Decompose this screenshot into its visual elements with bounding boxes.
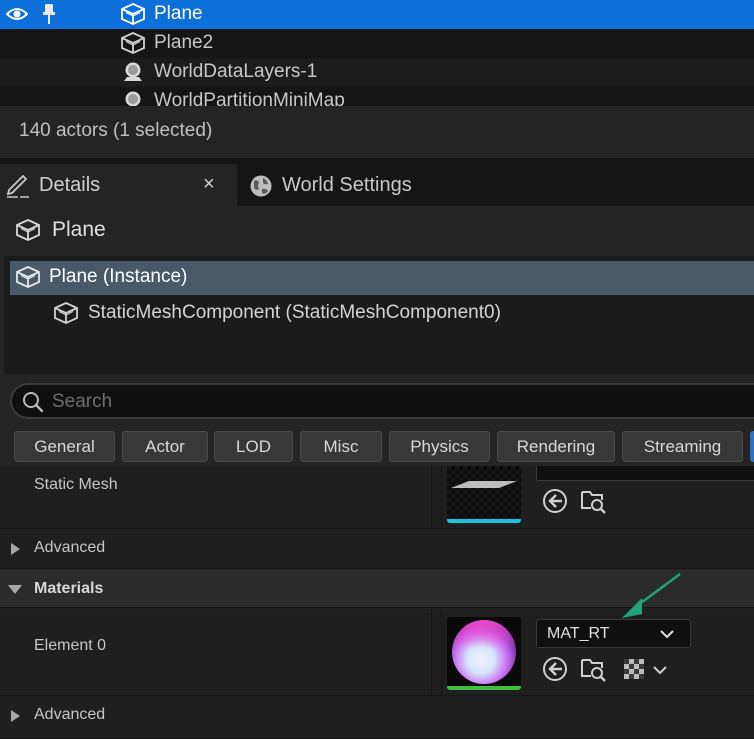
- tree-item-plane-instance[interactable]: Plane (Instance): [10, 261, 754, 295]
- tab-details-label: Details: [39, 174, 101, 196]
- column-divider: [441, 609, 442, 695]
- materials-section-label: Materials: [34, 580, 104, 597]
- static-mesh-label: Static Mesh: [34, 476, 118, 493]
- material-sphere-preview-icon: [452, 620, 516, 684]
- browse-asset-icon[interactable]: [580, 488, 606, 514]
- tree-item-label: Plane (Instance): [49, 266, 188, 287]
- actor-count-status: 140 actors (1 selected): [0, 106, 754, 158]
- element-0-label: Element 0: [34, 637, 107, 654]
- material-asset-name: MAT_RT: [547, 625, 610, 642]
- tree-item-label: StaticMeshComponent (StaticMeshComponent…: [88, 302, 501, 323]
- selected-actor-header: Plane: [16, 214, 106, 246]
- column-divider: [431, 609, 432, 695]
- filter-lod-button[interactable]: LOD: [214, 431, 293, 462]
- details-search-box: [10, 383, 754, 419]
- plane-mesh-preview-icon: [447, 466, 521, 523]
- component-tree: Plane (Instance) StaticMeshComponent (St…: [4, 256, 754, 374]
- filter-misc-button[interactable]: Misc: [300, 431, 382, 462]
- browse-asset-icon[interactable]: [580, 656, 606, 682]
- checker-texture-icon[interactable]: [622, 657, 646, 681]
- static-mesh-actor-icon: [16, 266, 40, 288]
- outliner-row-label: WorldPartitionMiniMap: [154, 90, 345, 106]
- pin-icon[interactable]: [42, 3, 56, 25]
- tab-world-settings[interactable]: World Settings: [240, 164, 754, 206]
- material-asset-dropdown[interactable]: MAT_RT: [536, 619, 691, 648]
- advanced-expander-materials[interactable]: Advanced: [0, 696, 754, 739]
- details-pencil-icon: [6, 174, 29, 198]
- static-mesh-asset-picker[interactable]: [536, 466, 754, 481]
- mesh-type-color-bar: [447, 519, 521, 523]
- static-mesh-actor-icon: [16, 219, 40, 241]
- outliner-row-label: WorldDataLayers-1: [154, 61, 318, 82]
- outliner-list: Plane Plane2 WorldDataLayers-1 WorldPart…: [0, 0, 754, 106]
- use-selected-asset-icon[interactable]: [542, 488, 568, 514]
- filter-streaming-button[interactable]: Streaming: [622, 431, 743, 462]
- outliner-row-label: Plane2: [154, 32, 214, 53]
- outliner-row-plane2[interactable]: Plane2: [0, 29, 754, 58]
- panel-tab-bar: Details × World Settings: [0, 158, 754, 206]
- outliner-row-plane[interactable]: Plane: [0, 0, 754, 29]
- static-mesh-component-icon: [54, 302, 78, 324]
- static-mesh-actor-icon: [121, 32, 145, 54]
- tab-details[interactable]: Details ×: [0, 164, 237, 206]
- outliner-row-label: Plane: [154, 3, 203, 24]
- advanced-label: Advanced: [34, 706, 106, 723]
- advanced-label: Advanced: [34, 539, 106, 556]
- column-divider: [431, 466, 432, 528]
- filter-physics-button[interactable]: Physics: [389, 431, 490, 462]
- material-type-color-bar: [447, 686, 521, 690]
- close-icon[interactable]: ×: [203, 173, 215, 196]
- chevron-down-icon[interactable]: [652, 663, 668, 677]
- search-icon: [23, 392, 44, 413]
- static-mesh-thumbnail[interactable]: [447, 466, 521, 523]
- static-mesh-property-row: Static Mesh: [0, 466, 754, 529]
- outliner-row-world-partition-minimap[interactable]: WorldPartitionMiniMap: [0, 87, 754, 106]
- world-data-layers-icon: [124, 62, 142, 81]
- world-globe-icon: [250, 175, 272, 197]
- use-selected-asset-icon[interactable]: [542, 656, 568, 682]
- material-thumbnail[interactable]: [447, 617, 521, 690]
- static-mesh-actor-icon: [121, 3, 145, 25]
- advanced-expander-mesh[interactable]: Advanced: [0, 529, 754, 569]
- filter-more-button[interactable]: [750, 431, 754, 462]
- expand-arrow-icon[interactable]: [11, 710, 20, 722]
- filter-rendering-button[interactable]: Rendering: [497, 431, 615, 462]
- collapse-arrow-icon[interactable]: [8, 585, 22, 594]
- filter-actor-button[interactable]: Actor: [122, 431, 208, 462]
- expand-arrow-icon[interactable]: [11, 543, 20, 555]
- tree-item-static-mesh-component[interactable]: StaticMeshComponent (StaticMeshComponent…: [10, 297, 754, 331]
- column-divider: [441, 466, 442, 528]
- world-partition-minimap-icon: [125, 91, 141, 106]
- outliner-row-world-data-layers[interactable]: WorldDataLayers-1: [0, 58, 754, 87]
- filter-general-button[interactable]: General: [14, 431, 115, 462]
- chevron-down-icon: [660, 630, 674, 639]
- materials-section-header[interactable]: Materials: [0, 570, 754, 608]
- material-element-0-row: Element 0 MAT_RT: [0, 609, 754, 696]
- actor-name-label: Plane: [52, 218, 106, 241]
- eye-icon[interactable]: [6, 4, 28, 24]
- search-input[interactable]: [52, 389, 742, 415]
- tab-world-settings-label: World Settings: [282, 174, 412, 196]
